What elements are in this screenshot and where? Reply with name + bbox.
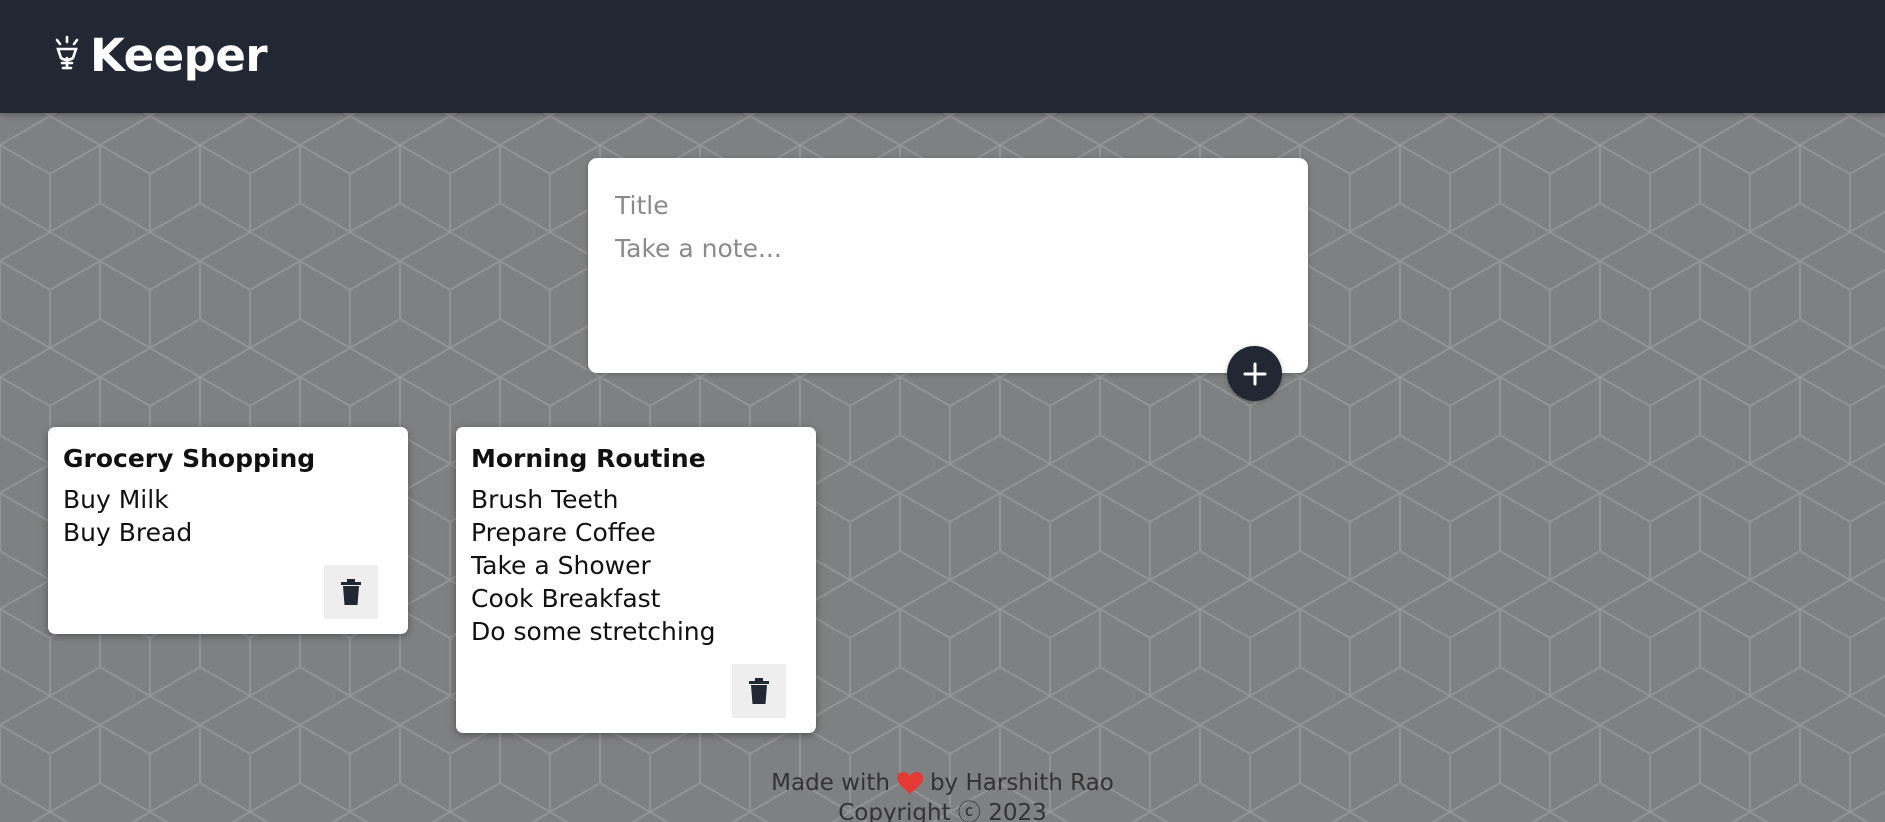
trash-icon: [341, 579, 361, 605]
note-line: Cook Breakfast: [471, 584, 661, 613]
note-line: Prepare Coffee: [471, 518, 656, 547]
note-content-input[interactable]: [615, 234, 1275, 344]
app-page: Keeper Grocery Shopping Buy Milk Buy Bre…: [0, 0, 1885, 822]
lightbulb-icon: [55, 35, 79, 70]
page-footer: Made with by Harshith Rao Copyright ⓒ 20…: [0, 768, 1885, 822]
heart-icon: [896, 772, 923, 794]
add-note-button[interactable]: [1227, 346, 1282, 401]
plus-icon: [1243, 362, 1266, 385]
note-title: Grocery Shopping: [63, 444, 316, 473]
trash-icon: [749, 678, 769, 704]
author-text: by Harshith Rao: [929, 770, 1114, 796]
background-pattern: [0, 0, 1885, 822]
copyright-text: Copyright ⓒ 2023: [838, 800, 1047, 822]
note-line: Buy Bread: [63, 518, 193, 547]
note-composer: [588, 158, 1308, 373]
note-title-input[interactable]: [615, 188, 1275, 222]
note-line: Do some stretching: [471, 617, 716, 646]
note-card: Morning Routine Brush Teeth Prepare Coff…: [456, 427, 816, 733]
made-with-line: Made with by Harshith Rao: [0, 768, 1885, 798]
delete-note-button[interactable]: [324, 565, 378, 619]
note-title: Morning Routine: [471, 444, 706, 473]
note-line: Brush Teeth: [471, 485, 619, 514]
note-line: Take a Shower: [471, 551, 651, 580]
app-header: Keeper: [0, 0, 1885, 113]
app-title: Keeper: [90, 29, 268, 82]
app-logo[interactable]: Keeper: [52, 28, 268, 84]
made-with-text: Made with: [771, 770, 890, 796]
delete-note-button[interactable]: [732, 664, 786, 718]
note-card: Grocery Shopping Buy Milk Buy Bread: [48, 427, 408, 634]
note-line: Buy Milk: [63, 485, 169, 514]
